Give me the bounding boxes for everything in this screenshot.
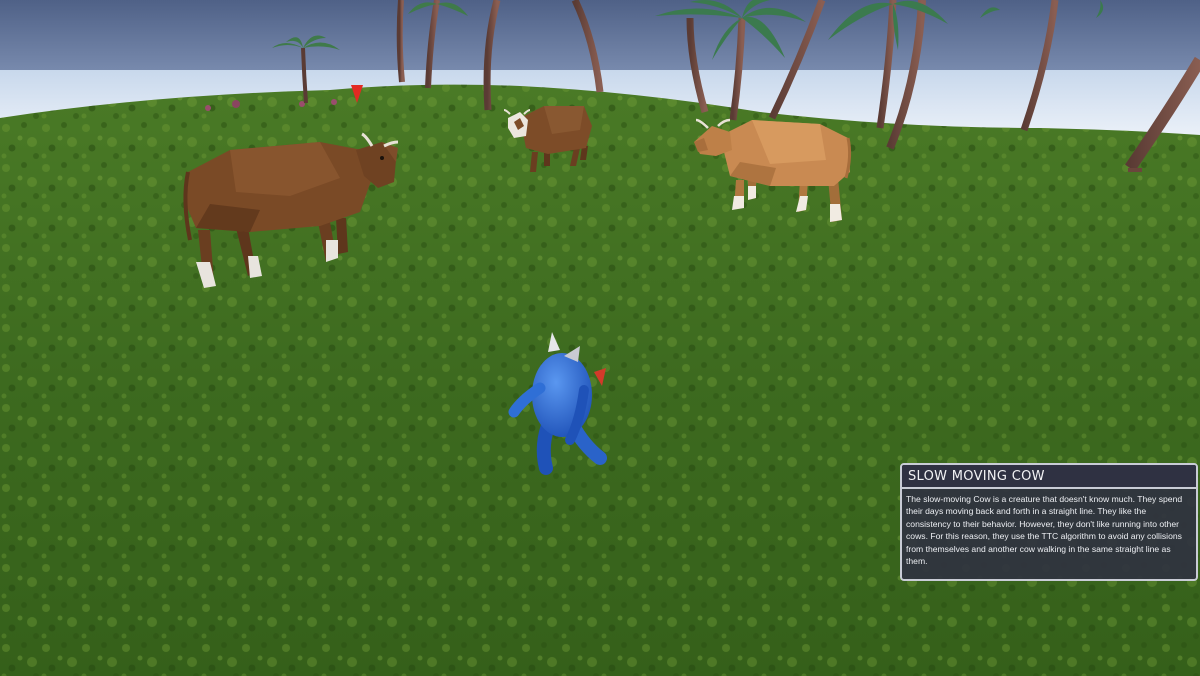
info-panel-title: SLOW MOVING COW — [908, 469, 1045, 484]
game-viewport[interactable]: SLOW MOVING COW The slow-moving Cow is a… — [0, 0, 1200, 676]
creature-info-panel: SLOW MOVING COW The slow-moving Cow is a… — [900, 463, 1198, 581]
sky — [0, 0, 1200, 80]
info-panel-description: The slow-moving Cow is a creature that d… — [906, 494, 1183, 567]
info-panel-title-bar: SLOW MOVING COW — [902, 465, 1196, 489]
